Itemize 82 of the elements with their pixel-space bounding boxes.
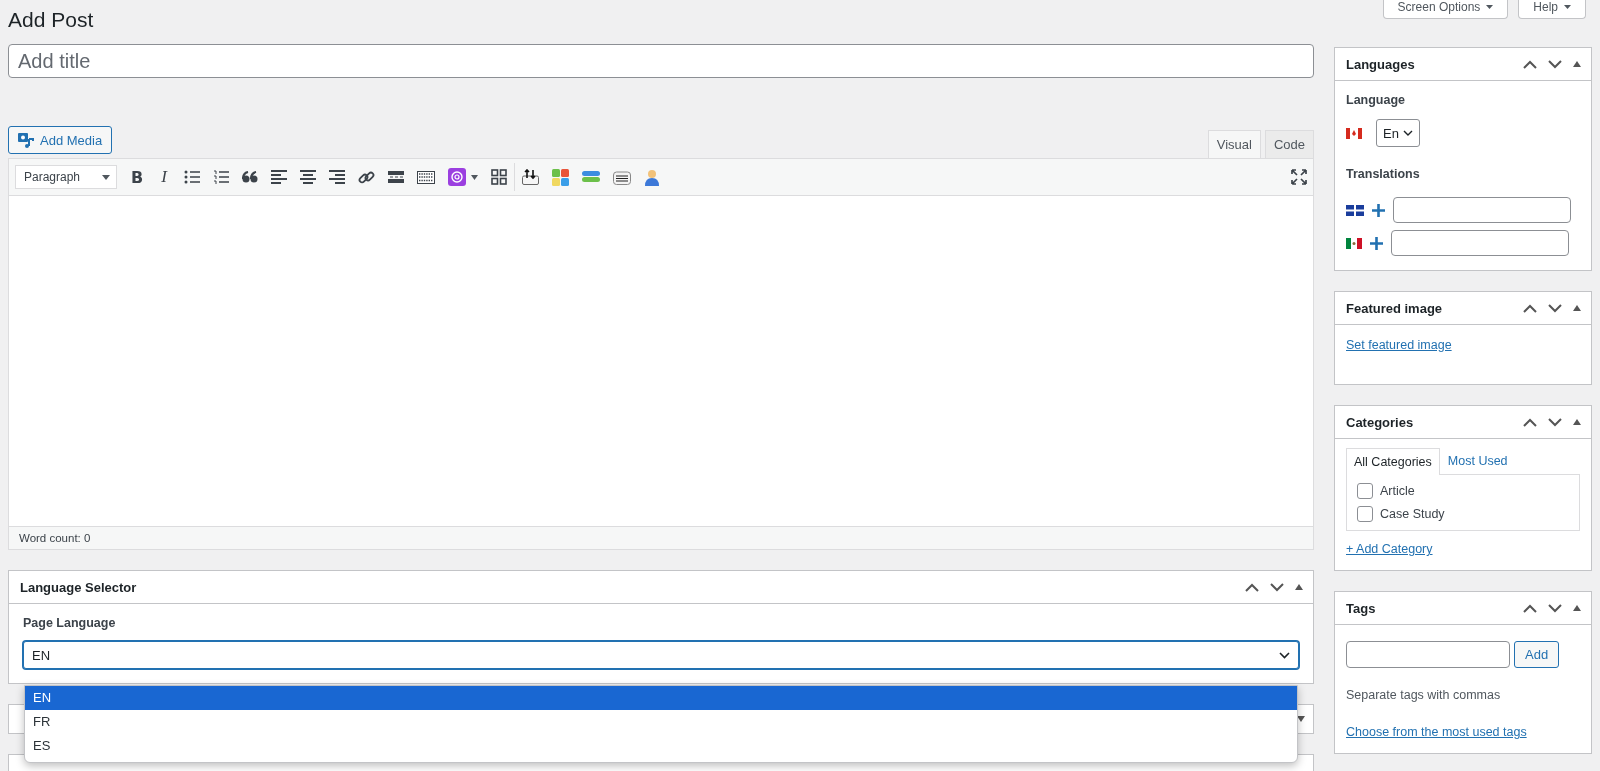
page-language-select[interactable]: EN bbox=[23, 641, 1299, 669]
panel-title: Tags bbox=[1346, 601, 1376, 615]
align-left-icon[interactable] bbox=[271, 170, 287, 184]
tag-field[interactable] bbox=[1346, 641, 1510, 668]
toggle-icon[interactable] bbox=[1297, 716, 1305, 722]
most-used-tags-link[interactable]: Choose from the most used tags bbox=[1346, 725, 1527, 739]
plugin-icon[interactable] bbox=[448, 168, 466, 186]
toggle-icon[interactable] bbox=[1573, 605, 1581, 611]
bulleted-list-icon[interactable] bbox=[184, 170, 200, 184]
toggle-icon[interactable] bbox=[1295, 584, 1303, 590]
add-tag-button[interactable]: Add bbox=[1514, 641, 1560, 668]
grid-icon[interactable] bbox=[491, 169, 507, 185]
move-up-icon[interactable] bbox=[1523, 303, 1537, 313]
format-dropdown[interactable]: Paragraph bbox=[15, 165, 117, 189]
word-count: Word count: 0 bbox=[19, 532, 91, 544]
chevron-down-icon bbox=[1402, 130, 1413, 136]
checkbox[interactable] bbox=[1357, 483, 1373, 499]
panel-title: Language Selector bbox=[20, 580, 137, 594]
category-tab[interactable]: All Categories bbox=[1346, 448, 1440, 475]
panel-title: Categories bbox=[1346, 415, 1414, 429]
fullscreen-icon[interactable] bbox=[1291, 169, 1307, 185]
quote-icon[interactable] bbox=[242, 171, 258, 183]
dropdown-option[interactable]: ES bbox=[25, 734, 1297, 758]
panel-title: Featured image bbox=[1346, 301, 1443, 315]
move-down-icon[interactable] bbox=[1270, 582, 1284, 592]
hint-text: Separate tags with commas bbox=[1346, 688, 1502, 702]
editor-tab[interactable]: Visual bbox=[1207, 130, 1261, 158]
read-more-icon[interactable] bbox=[388, 171, 404, 183]
move-up-icon[interactable] bbox=[1523, 603, 1537, 613]
move-up-icon[interactable] bbox=[1523, 417, 1537, 427]
mexico-flag-icon bbox=[1346, 237, 1362, 249]
quebec-flag-icon bbox=[1346, 204, 1364, 216]
bold-button[interactable]: B bbox=[130, 167, 144, 187]
align-center-icon[interactable] bbox=[300, 170, 316, 184]
translation-field[interactable] bbox=[1393, 197, 1571, 223]
toggle-icon[interactable] bbox=[1573, 61, 1581, 67]
canada-flag-icon bbox=[1346, 127, 1362, 139]
dropdown-option[interactable]: EN bbox=[25, 686, 1297, 710]
panel-title: Languages bbox=[1346, 57, 1415, 71]
category-tab[interactable]: Most Used bbox=[1439, 447, 1516, 474]
dropdown-option[interactable]: FR bbox=[25, 710, 1297, 734]
user-icon[interactable] bbox=[644, 168, 660, 186]
screen-meta-button[interactable]: Screen Options bbox=[1382, 0, 1509, 19]
move-down-icon[interactable] bbox=[1548, 59, 1562, 69]
page-title: Add Post bbox=[8, 7, 94, 33]
checkbox[interactable] bbox=[1357, 506, 1373, 522]
move-down-icon[interactable] bbox=[1548, 303, 1562, 313]
align-right-icon[interactable] bbox=[329, 170, 345, 184]
toggle-icon[interactable] bbox=[1573, 305, 1581, 311]
caret-icon bbox=[1486, 5, 1494, 9]
upload-icon[interactable] bbox=[522, 169, 539, 185]
add-translation-icon[interactable] bbox=[1370, 236, 1383, 250]
italic-button[interactable]: I bbox=[157, 167, 171, 187]
set-featured-image-link[interactable]: Set featured image bbox=[1346, 338, 1452, 352]
add-category-link[interactable]: + Add Category bbox=[1346, 542, 1433, 556]
toggle-icon[interactable] bbox=[1573, 419, 1581, 425]
caret-icon[interactable] bbox=[471, 174, 478, 180]
caret-icon bbox=[1564, 5, 1571, 9]
category-label: Case Study bbox=[1380, 507, 1445, 521]
chevron-down-icon bbox=[1279, 651, 1290, 659]
text-box-icon[interactable] bbox=[613, 169, 631, 185]
language-select[interactable]: En bbox=[1376, 119, 1420, 147]
title-field[interactable]: Add title bbox=[8, 44, 1314, 78]
stacked-bars-icon[interactable] bbox=[582, 171, 600, 183]
field-label: Language bbox=[1346, 93, 1407, 107]
move-down-icon[interactable] bbox=[1548, 417, 1562, 427]
move-up-icon[interactable] bbox=[1245, 582, 1259, 592]
editor-tab[interactable]: Code bbox=[1264, 130, 1314, 158]
move-down-icon[interactable] bbox=[1548, 603, 1562, 613]
keyboard-icon[interactable] bbox=[417, 170, 435, 184]
field-label: Page Language bbox=[23, 616, 117, 630]
media-icon bbox=[18, 132, 34, 148]
add-translation-icon[interactable] bbox=[1372, 203, 1385, 217]
category-label: Article bbox=[1380, 484, 1415, 498]
screen-meta-button[interactable]: Help bbox=[1518, 0, 1586, 19]
add-media-button[interactable]: Add Media bbox=[8, 126, 113, 154]
colored-blocks-icon[interactable] bbox=[552, 168, 569, 186]
field-label: Translations bbox=[1346, 167, 1421, 181]
caret-icon bbox=[102, 174, 110, 180]
numbered-list-icon[interactable] bbox=[213, 170, 229, 184]
move-up-icon[interactable] bbox=[1523, 59, 1537, 69]
translation-field[interactable] bbox=[1391, 230, 1569, 256]
